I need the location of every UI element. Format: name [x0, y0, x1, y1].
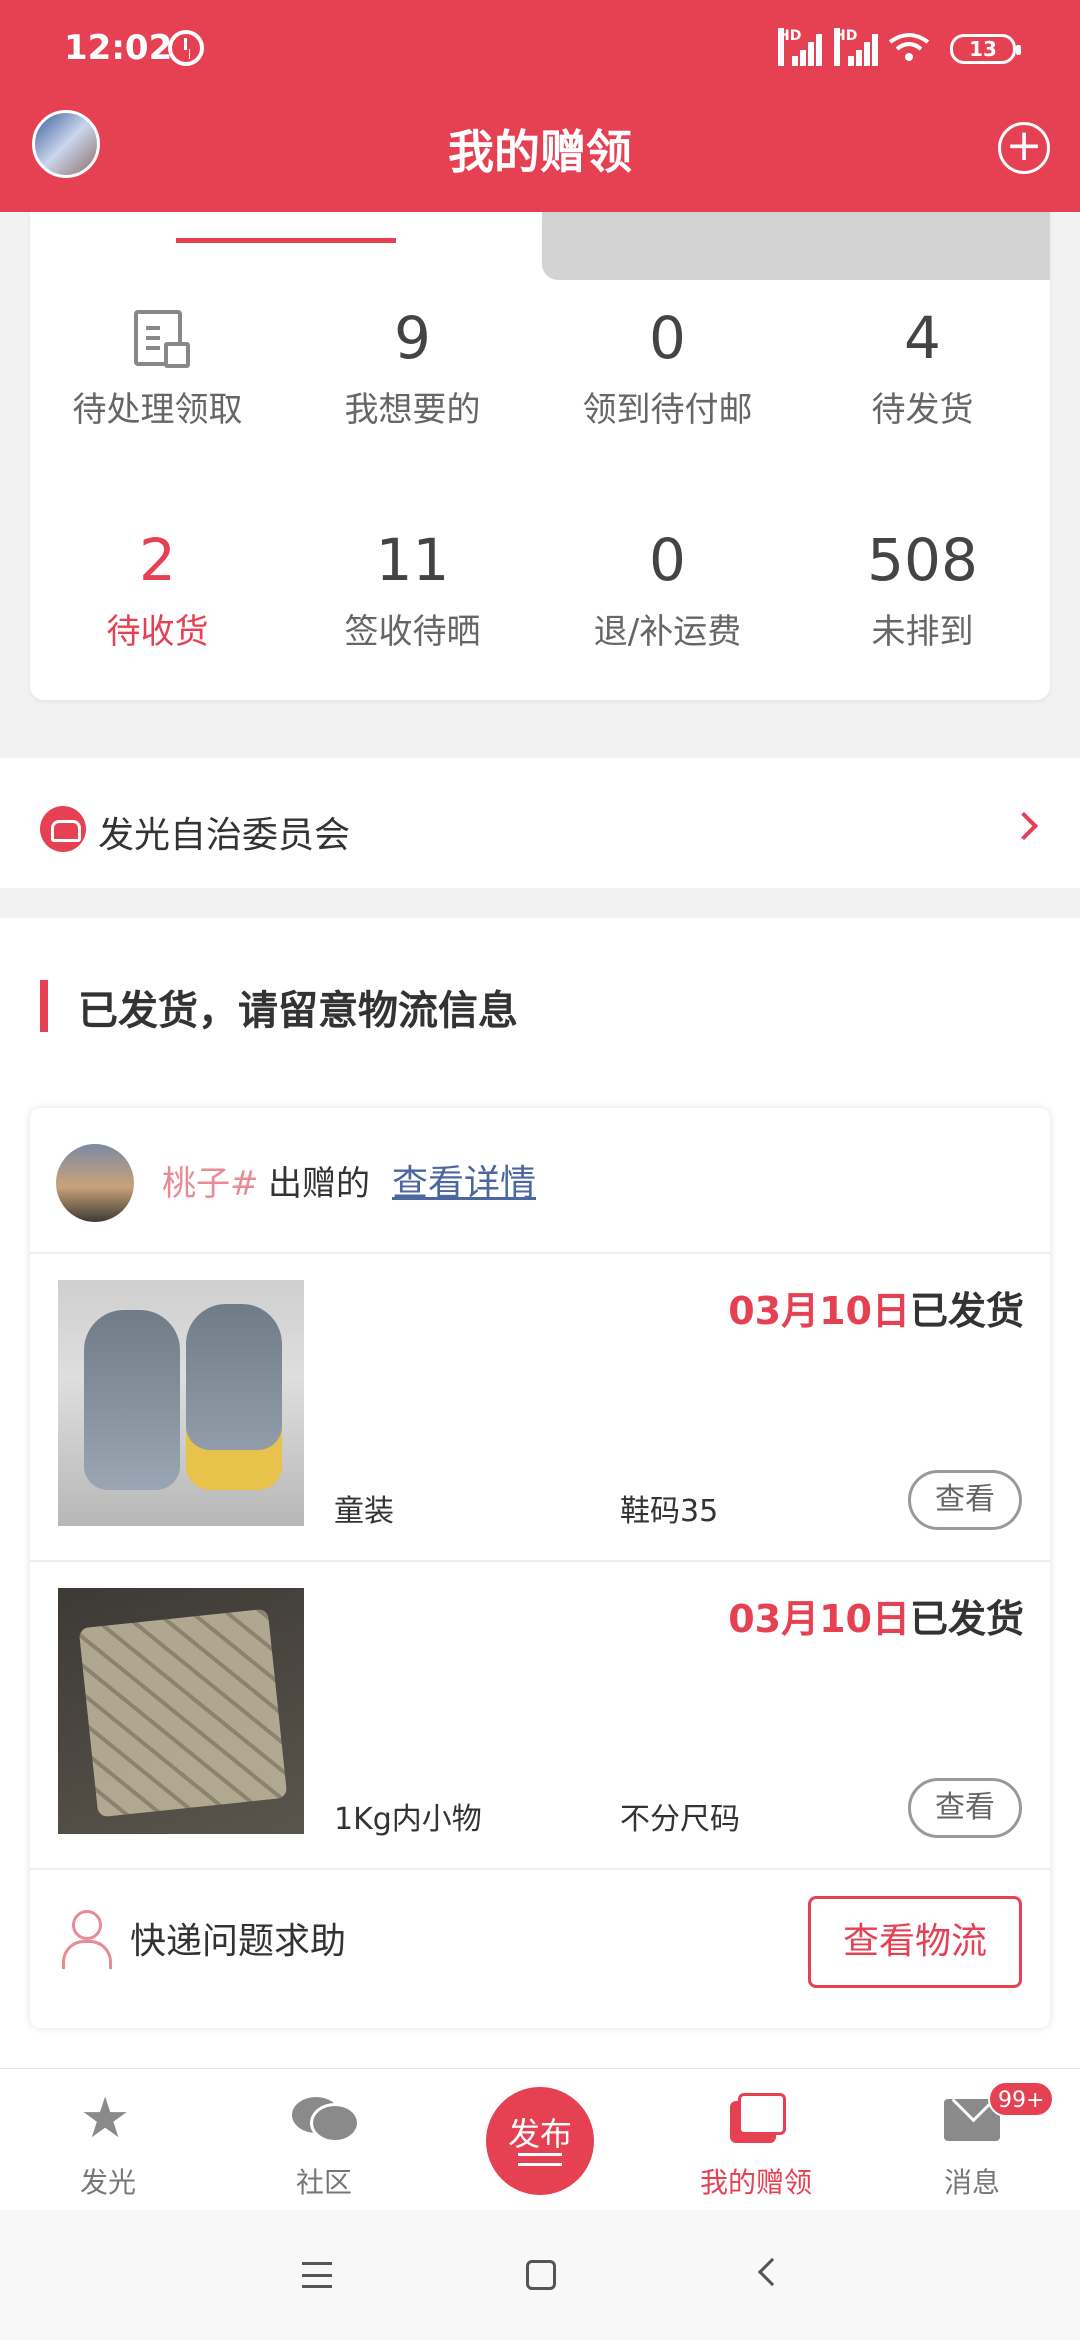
publish-label: 发布 [507, 2115, 572, 2153]
add-button[interactable]: + [998, 122, 1050, 174]
committee-label: 发光自治委员会 [98, 815, 351, 856]
stat-awaiting-shipment[interactable]: 4 待发货 [795, 298, 1050, 431]
stat-label: 领到待付邮 [582, 390, 753, 430]
stat-awaiting-postage[interactable]: 0 领到待付邮 [540, 298, 795, 431]
section-marker [40, 980, 48, 1032]
gift-icon [730, 2093, 786, 2143]
plus-icon: + [1005, 120, 1043, 171]
donor-name[interactable]: 桃子# [162, 1156, 259, 1205]
publish-line [518, 2163, 562, 2166]
stat-label: 未排到 [871, 612, 974, 652]
stat-refund-shipping[interactable]: 0 退/补运费 [540, 520, 795, 653]
system-nav-bar [0, 2210, 1080, 2340]
signal-hd-label: HD [778, 28, 801, 66]
back-icon[interactable] [757, 2257, 787, 2287]
nav-item-glow[interactable]: ★ 发光 [0, 2069, 216, 2211]
stat-signed-to-share[interactable]: 11 签收待晒 [285, 520, 540, 653]
stat-not-ranked[interactable]: 508 未排到 [795, 520, 1050, 653]
alarm-icon [168, 30, 204, 66]
committee-icon [40, 806, 86, 852]
view-button[interactable]: 查看 [908, 1778, 1022, 1838]
committee-row[interactable]: 发光自治委员会 [0, 758, 1080, 888]
app-header: 我的赠领 + [0, 96, 1080, 212]
stat-label: 待收货 [106, 612, 209, 652]
nav-item-my-gifts[interactable]: 我的赠领 [648, 2069, 864, 2211]
nav-label: 消息 [943, 2166, 1000, 2199]
star-icon: ★ [80, 2086, 131, 2151]
stat-value: 508 [867, 526, 978, 594]
stat-value: 2 [139, 526, 176, 594]
stat-value: 9 [394, 304, 431, 372]
donor-suffix: 出赠的 [268, 1164, 370, 1204]
nav-item-community[interactable]: 社区 [216, 2069, 432, 2211]
menu-icon[interactable] [302, 2262, 332, 2288]
status-text: 已发货 [909, 1597, 1024, 1641]
stat-value: 0 [649, 526, 686, 594]
nav-item-messages[interactable]: 99+ 消息 [864, 2069, 1080, 2211]
stat-value: 0 [649, 304, 686, 372]
item-size: 不分尺码 [620, 1802, 740, 1837]
stats-card: 待处理领取 9 我想要的 0 领到待付邮 4 待发货 2 待收货 11 签收待晒… [30, 212, 1050, 700]
stat-pending-claims[interactable]: 待处理领取 [30, 298, 285, 431]
section-title: 已发货，请留意物流信息 [78, 988, 518, 1034]
publish-button[interactable]: 发布 [486, 2087, 594, 2195]
date-text: 03月10日 [728, 1597, 910, 1641]
tab-active[interactable] [30, 212, 540, 280]
publish-line [518, 2153, 562, 2156]
donor-avatar[interactable] [56, 1144, 134, 1222]
bottom-nav: ★ 发光 社区 发布 我的赠领 99+ 消息 [0, 2068, 1080, 2210]
page-title: 我的赠领 [448, 125, 632, 179]
tab-indicator [176, 238, 396, 243]
status-time: 12:02 [64, 28, 173, 68]
stat-value: 11 [375, 526, 450, 594]
chat-icon [292, 2093, 360, 2143]
stat-value: 4 [904, 304, 941, 372]
stat-awaiting-receipt[interactable]: 2 待收货 [30, 520, 285, 653]
nav-label: 社区 [295, 2166, 352, 2199]
stat-label: 退/补运费 [593, 612, 742, 652]
list-item: 03月10日已发货 1Kg内小物 不分尺码 查看 [30, 1562, 1050, 1870]
top-bar: 12:02 HD HD 13 我的赠领 + [0, 0, 1080, 212]
nav-label: 发光 [79, 2166, 136, 2199]
status-bar: 12:02 HD HD 13 [0, 0, 1080, 96]
status-text: 已发货 [909, 1289, 1024, 1333]
item-image[interactable] [58, 1280, 304, 1526]
battery-indicator: 13 [950, 34, 1021, 64]
stat-label: 待处理领取 [72, 390, 243, 430]
donor-row: 桃子# 出赠的 查看详情 [30, 1108, 1050, 1254]
item-size: 鞋码35 [620, 1494, 719, 1529]
stat-label: 待发货 [871, 390, 974, 430]
stat-wanted[interactable]: 9 我想要的 [285, 298, 540, 431]
signal-hd-label: HD [834, 28, 857, 66]
stat-label: 签收待晒 [344, 612, 481, 652]
item-category: 童装 [334, 1494, 394, 1529]
signal-icon: HD [778, 28, 824, 66]
person-icon [62, 1910, 112, 1969]
document-icon [133, 310, 190, 368]
list-item: 03月10日已发货 童装 鞋码35 查看 [30, 1254, 1050, 1562]
ship-date: 03月10日已发货 [728, 1588, 1024, 1643]
help-row: 快递问题求助 查看物流 [30, 1870, 1050, 2028]
date-text: 03月10日 [728, 1289, 910, 1333]
home-icon[interactable] [526, 2260, 556, 2290]
unread-badge: 99+ [988, 2081, 1055, 2117]
wifi-icon [888, 33, 930, 61]
nav-label: 我的赠领 [699, 2166, 812, 2199]
item-category: 1Kg内小物 [334, 1802, 482, 1837]
order-card: 桃子# 出赠的 查看详情 03月10日已发货 童装 鞋码35 查看 03月10日… [30, 1108, 1050, 2028]
view-button[interactable]: 查看 [908, 1470, 1022, 1530]
chevron-right-icon [1009, 811, 1039, 841]
item-image[interactable] [58, 1588, 304, 1834]
courier-help-link[interactable]: 快递问题求助 [130, 1912, 346, 1964]
signal-icon: HD [834, 28, 880, 66]
view-details-link[interactable]: 查看详情 [392, 1154, 536, 1206]
shipping-section: 已发货，请留意物流信息 桃子# 出赠的 查看详情 03月10日已发货 童装 鞋码… [0, 918, 1080, 2068]
tab-inactive[interactable] [542, 212, 1050, 280]
ship-date: 03月10日已发货 [728, 1280, 1024, 1335]
view-logistics-button[interactable]: 查看物流 [808, 1896, 1022, 1988]
stat-label: 我想要的 [344, 390, 481, 430]
